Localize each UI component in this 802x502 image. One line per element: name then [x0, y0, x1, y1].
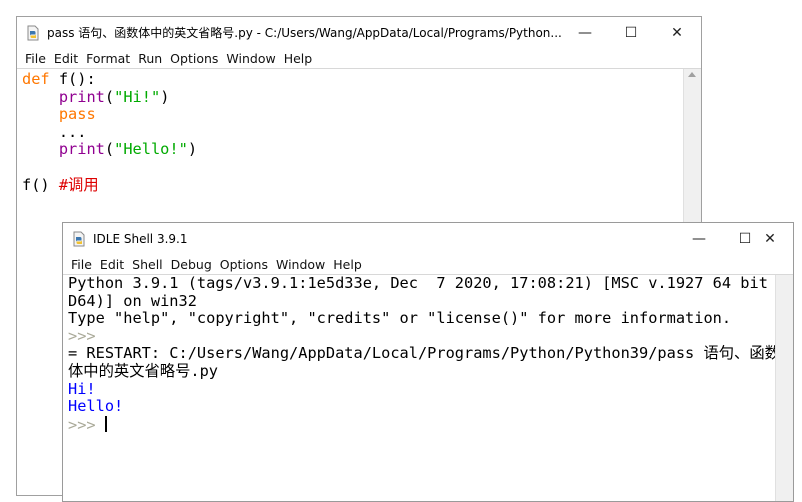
scroll-up-arrow-icon[interactable] — [688, 72, 696, 77]
close-button[interactable]: ✕ — [747, 223, 793, 254]
menu-debug[interactable]: Debug — [167, 257, 216, 272]
shell-menubar: File Edit Shell Debug Options Window Hel… — [63, 254, 793, 274]
code-line-5: print("Hello!") — [58, 140, 198, 159]
code-line-7: f() #调用 — [22, 175, 99, 194]
window-title: IDLE Shell 3.9.1 — [93, 231, 188, 246]
menu-edit[interactable]: Edit — [96, 257, 128, 272]
shell-scrollbar[interactable] — [775, 275, 793, 501]
menu-help[interactable]: Help — [280, 51, 317, 66]
code-text[interactable]: def f(): print("Hi!") pass ... print("He… — [22, 70, 198, 194]
shell-prompt: >>> — [68, 326, 105, 345]
code-line-4: ... — [22, 122, 87, 141]
python-shell-icon — [71, 231, 87, 247]
output-line: Hello! — [68, 397, 124, 416]
editor-menubar: File Edit Format Run Options Window Help — [17, 48, 701, 68]
minimize-button[interactable]: — — [562, 17, 608, 48]
menu-file[interactable]: File — [21, 51, 50, 66]
menu-shell[interactable]: Shell — [128, 257, 167, 272]
menu-help[interactable]: Help — [329, 257, 366, 272]
code-line-2: print("Hi!") — [58, 87, 170, 106]
menu-run[interactable]: Run — [134, 51, 166, 66]
menu-format[interactable]: Format — [82, 51, 134, 66]
menu-window[interactable]: Window — [222, 51, 279, 66]
shell-window: IDLE Shell 3.9.1 — ☐ ✕ File Edit Shell D… — [62, 222, 794, 502]
shell-text[interactable]: Python 3.9.1 (tags/v3.9.1:1e5d33e, Dec 7… — [68, 274, 794, 434]
restart-line: = RESTART: C:/Users/Wang/AppData/Local/P… — [68, 344, 780, 363]
shell-console[interactable]: Python 3.9.1 (tags/v3.9.1:1e5d33e, Dec 7… — [63, 274, 793, 501]
menu-window[interactable]: Window — [272, 257, 329, 272]
menu-file[interactable]: File — [67, 257, 96, 272]
output-line: Hi! — [68, 379, 96, 398]
maximize-button[interactable]: ☐ — [608, 17, 654, 48]
menu-options[interactable]: Options — [166, 51, 222, 66]
text-cursor — [104, 415, 107, 432]
shell-titlebar[interactable]: IDLE Shell 3.9.1 — ☐ ✕ — [63, 223, 793, 254]
banner-line: Python 3.9.1 (tags/v3.9.1:1e5d33e, Dec 7… — [68, 274, 794, 292]
close-button[interactable]: ✕ — [654, 17, 700, 48]
window-title: pass 语句、函数体中的英文省略号.py - C:/Users/Wang/Ap… — [47, 26, 562, 40]
code-line-1: def f(): — [22, 70, 96, 88]
shell-prompt: >>> — [68, 415, 105, 434]
restart-line: 体中的英文省略号.py — [68, 361, 219, 380]
menu-edit[interactable]: Edit — [50, 51, 82, 66]
banner-line: Type "help", "copyright", "credits" or "… — [68, 309, 732, 328]
banner-line: D64)] on win32 — [68, 291, 197, 310]
python-file-icon — [25, 25, 41, 41]
menu-options[interactable]: Options — [216, 257, 272, 272]
code-line-3: pass — [58, 105, 96, 124]
editor-titlebar[interactable]: pass 语句、函数体中的英文省略号.py - C:/Users/Wang/Ap… — [17, 17, 701, 48]
minimize-button[interactable]: — — [676, 223, 722, 254]
